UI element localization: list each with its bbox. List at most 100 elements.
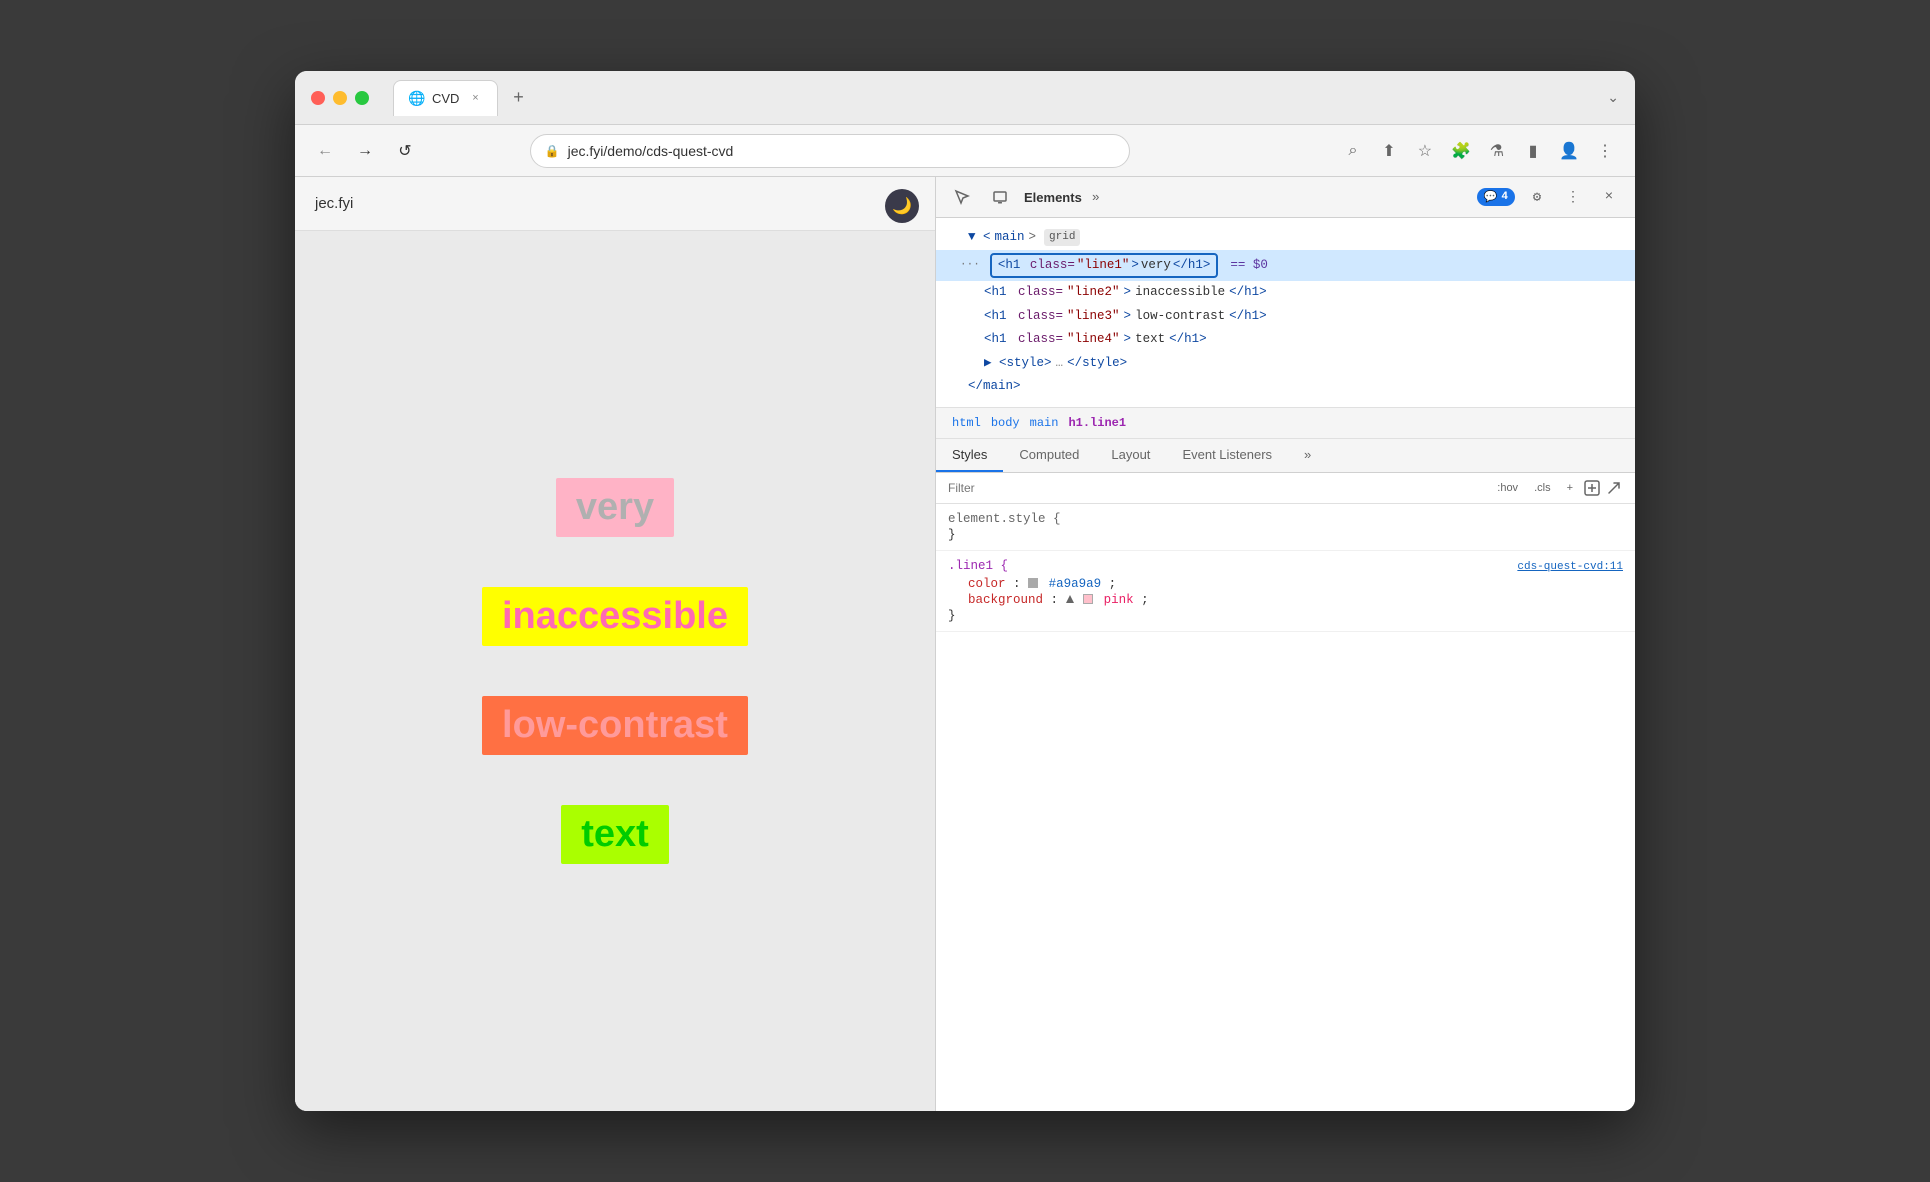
page-content: jec.fyi very inaccessible low-contrast t… [295, 177, 935, 1111]
dom-line-h1-line4[interactable]: <h1 class="line4" > text </h1> [936, 328, 1635, 352]
reload-button[interactable]: ↺ [391, 137, 419, 165]
dom-line-h1-line1[interactable]: ··· <h1 class="line1" > very </h1> == $0 [936, 250, 1635, 282]
back-button[interactable]: ← [311, 137, 339, 165]
color-property: color : #a9a9a9 ; [948, 577, 1623, 591]
bookmark-icon[interactable]: ☆ [1411, 137, 1439, 165]
hov-filter-button[interactable]: :hov [1491, 480, 1524, 496]
title-bar: 🌐 CVD × + ⌄ [295, 71, 1635, 125]
sidebar-icon[interactable]: ▮ [1519, 137, 1547, 165]
new-style-rule-icon[interactable] [1583, 479, 1601, 497]
line1-rule-close: } [948, 609, 1623, 623]
devtools-toolbar: Elements » 💬 4 ⚙ ⋮ × [936, 177, 1635, 218]
styles-panel[interactable]: :hov .cls + ele [936, 473, 1635, 1112]
menu-icon[interactable]: ⋮ [1591, 137, 1619, 165]
word-inaccessible: inaccessible [482, 587, 748, 646]
breadcrumb-body[interactable]: body [987, 414, 1024, 432]
dom-line-main-close[interactable]: </main> [936, 375, 1635, 399]
dom-line-main[interactable]: ▼ <main> grid [936, 226, 1635, 250]
badge-icon: 💬 [1484, 190, 1498, 204]
cls-filter-button[interactable]: .cls [1528, 480, 1557, 496]
background-triangle-icon[interactable] [1066, 593, 1084, 607]
inspect-element-button[interactable] [948, 183, 976, 211]
add-style-button[interactable]: + [1561, 480, 1579, 496]
traffic-lights [311, 91, 369, 105]
line1-selector: .line1 { [948, 559, 1008, 573]
background-property: background : pink ; [948, 593, 1623, 607]
search-icon[interactable]: ⌕ [1339, 137, 1367, 165]
extensions-icon[interactable]: 🧩 [1447, 137, 1475, 165]
inspect-style-icon[interactable] [1605, 479, 1623, 497]
style-tabs: Styles Computed Layout Event Listeners » [936, 439, 1635, 473]
dark-mode-toggle[interactable]: 🌙 [885, 189, 919, 223]
address-bar: ← → ↺ 🔒 jec.fyi/demo/cds-quest-cvd ⌕ ⬆ ☆… [295, 125, 1635, 177]
page-body: very inaccessible low-contrast text [295, 231, 935, 1111]
element-style-rule: element.style { } [936, 504, 1635, 551]
notifications-badge[interactable]: 💬 4 [1477, 188, 1515, 206]
devtools-more-button[interactable]: ⋮ [1559, 183, 1587, 211]
content-area: jec.fyi very inaccessible low-contrast t… [295, 177, 1635, 1111]
tab-bar: 🌐 CVD × + ⌄ [393, 80, 1619, 116]
forward-button[interactable]: → [351, 137, 379, 165]
color-prop-name: color [968, 577, 1006, 591]
dom-line-h1-line3[interactable]: <h1 class="line3" > low-contrast </h1> [936, 305, 1635, 329]
dom-line-style[interactable]: ▶ <style> … </style> [936, 352, 1635, 376]
color-swatch-box [1028, 578, 1038, 588]
element-style-close: } [948, 528, 1623, 542]
labs-icon[interactable]: ⚗ [1483, 137, 1511, 165]
word-text: text [561, 805, 669, 864]
share-icon[interactable]: ⬆ [1375, 137, 1403, 165]
breadcrumb-active[interactable]: h1.line1 [1064, 414, 1130, 432]
background-prop-value: pink [1104, 593, 1134, 607]
tab-more[interactable]: » [1288, 439, 1327, 472]
background-prop-name: background [968, 593, 1043, 607]
browser-tab[interactable]: 🌐 CVD × [393, 80, 498, 116]
devtools-panel: Elements » 💬 4 ⚙ ⋮ × ▼ <main> grid [935, 177, 1635, 1111]
breadcrumb-main[interactable]: main [1026, 414, 1063, 432]
new-tab-button[interactable]: + [504, 84, 532, 112]
color-swatch-icon[interactable] [1028, 577, 1049, 591]
tab-event-listeners[interactable]: Event Listeners [1166, 439, 1288, 472]
background-prop-colon: : [1051, 593, 1066, 607]
devtools-settings-button[interactable]: ⚙ [1523, 183, 1551, 211]
filter-tools: :hov .cls + [1491, 479, 1623, 497]
line1-source[interactable]: cds-quest-cvd:11 [1517, 561, 1623, 573]
browser-window: 🌐 CVD × + ⌄ ← → ↺ 🔒 jec.fyi/demo/cds-que… [295, 71, 1635, 1111]
devtools-right-tools: 💬 4 ⚙ ⋮ × [1477, 183, 1623, 211]
tab-title: CVD [432, 91, 459, 106]
word-low-contrast: low-contrast [482, 696, 748, 755]
tab-computed[interactable]: Computed [1003, 439, 1095, 472]
tabs-chevron-icon[interactable]: ⌄ [1607, 89, 1619, 106]
background-swatch-box [1083, 594, 1093, 604]
element-style-selector: element.style { [948, 512, 1623, 526]
url-bar[interactable]: 🔒 jec.fyi/demo/cds-quest-cvd [530, 134, 1130, 168]
badge-count: 4 [1501, 191, 1508, 203]
elements-tab[interactable]: Elements [1024, 190, 1082, 205]
device-toggle-button[interactable] [986, 183, 1014, 211]
color-prop-colon: : [1013, 577, 1028, 591]
tab-styles[interactable]: Styles [936, 439, 1003, 472]
breadcrumb-html[interactable]: html [948, 414, 985, 432]
page-site-name: jec.fyi [295, 177, 935, 231]
dom-tree: ▼ <main> grid ··· <h1 class="line1" > ve… [936, 218, 1635, 408]
filter-input[interactable] [948, 481, 1483, 495]
tab-layout[interactable]: Layout [1095, 439, 1166, 472]
background-swatch-icon[interactable] [1083, 593, 1104, 607]
dom-line-h1-line2[interactable]: <h1 class="line2" > inaccessible </h1> [936, 281, 1635, 305]
word-very: very [556, 478, 674, 537]
devtools-close-button[interactable]: × [1595, 183, 1623, 211]
breadcrumb: html body main h1.line1 [936, 408, 1635, 439]
more-tabs-button[interactable]: » [1092, 190, 1100, 205]
toolbar-icons: ⌕ ⬆ ☆ 🧩 ⚗ ▮ 👤 ⋮ [1339, 137, 1619, 165]
line1-style-rule: .line1 { cds-quest-cvd:11 color : #a9a9a… [936, 551, 1635, 632]
filter-bar: :hov .cls + [936, 473, 1635, 504]
close-window-button[interactable] [311, 91, 325, 105]
profile-icon[interactable]: 👤 [1555, 137, 1583, 165]
moon-icon: 🌙 [892, 196, 912, 216]
minimize-window-button[interactable] [333, 91, 347, 105]
lock-icon: 🔒 [545, 144, 560, 158]
color-prop-value: #a9a9a9 [1049, 577, 1102, 591]
maximize-window-button[interactable] [355, 91, 369, 105]
tab-close-button[interactable]: × [467, 90, 483, 106]
url-text: jec.fyi/demo/cds-quest-cvd [568, 143, 734, 159]
tab-favicon-icon: 🌐 [408, 90, 424, 106]
